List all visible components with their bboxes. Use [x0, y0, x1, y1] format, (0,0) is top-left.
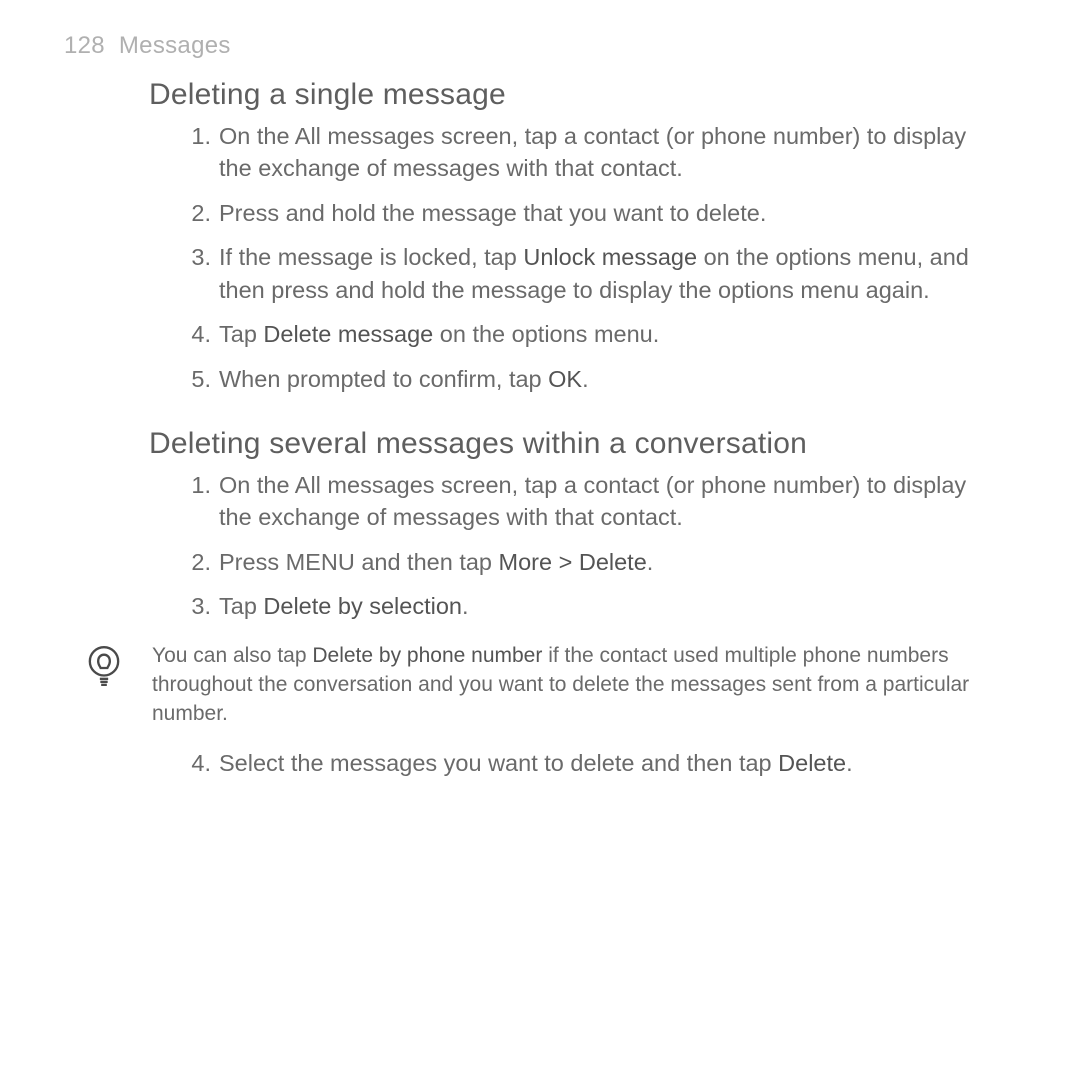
step-number: 4. — [181, 318, 211, 350]
emphasis-text: More > Delete — [499, 549, 647, 575]
step-number: 5. — [181, 363, 211, 395]
emphasis-text: Delete — [778, 750, 846, 776]
text-part: You can also tap — [152, 644, 312, 667]
text-part: . — [582, 366, 589, 392]
step-number: 1. — [181, 120, 211, 152]
page-content: Deleting a single message 1. On the All … — [149, 78, 990, 779]
step-item: 2. Press and hold the message that you w… — [181, 197, 990, 229]
step-number: 3. — [181, 241, 211, 273]
emphasis-text: Delete by selection — [263, 593, 462, 619]
emphasis-text: OK — [548, 366, 582, 392]
chapter-name: Messages — [119, 32, 231, 59]
step-text: Tap Delete message on the options menu. — [219, 321, 659, 347]
step-text: If the message is locked, tap Unlock mes… — [219, 244, 969, 302]
page-number: 128 — [64, 32, 105, 59]
step-item: 3. If the message is locked, tap Unlock … — [181, 241, 990, 306]
page-header: 128 Messages — [64, 32, 1000, 60]
step-text: Press and hold the message that you want… — [219, 200, 766, 226]
steps-delete-several-continued: 4. Select the messages you want to delet… — [181, 747, 990, 779]
text-part: When prompted to confirm, tap — [219, 366, 548, 392]
emphasis-text: Unlock message — [523, 244, 697, 270]
step-number: 2. — [181, 197, 211, 229]
section-title-delete-several: Deleting several messages within a conve… — [149, 427, 990, 461]
text-part: Tap — [219, 321, 263, 347]
text-part: If the message is locked, tap — [219, 244, 523, 270]
step-text: On the All messages screen, tap a contac… — [219, 472, 966, 530]
step-number: 1. — [181, 469, 211, 501]
emphasis-text: Delete by phone number — [312, 644, 542, 667]
text-part: . — [462, 593, 469, 619]
lightbulb-icon — [84, 643, 124, 698]
document-page: 128 Messages Deleting a single message 1… — [0, 0, 1080, 1080]
step-text: When prompted to confirm, tap OK. — [219, 366, 589, 392]
text-part: Tap — [219, 593, 263, 619]
emphasis-text: Delete message — [263, 321, 433, 347]
steps-delete-several: 1. On the All messages screen, tap a con… — [181, 469, 990, 623]
step-item: 3. Tap Delete by selection. — [181, 590, 990, 622]
step-text: On the All messages screen, tap a contac… — [219, 123, 966, 181]
step-text: Tap Delete by selection. — [219, 593, 469, 619]
step-item: 4. Tap Delete message on the options men… — [181, 318, 990, 350]
text-part: Press MENU and then tap — [219, 549, 499, 575]
step-item: 1. On the All messages screen, tap a con… — [181, 120, 990, 185]
step-item: 4. Select the messages you want to delet… — [181, 747, 990, 779]
step-item: 5. When prompted to confirm, tap OK. — [181, 363, 990, 395]
text-part: on the options menu. — [433, 321, 659, 347]
tip-callout: You can also tap Delete by phone number … — [84, 641, 990, 729]
step-text: Select the messages you want to delete a… — [219, 750, 853, 776]
tip-text: You can also tap Delete by phone number … — [152, 641, 990, 729]
section-title-delete-single: Deleting a single message — [149, 78, 990, 112]
step-text: Press MENU and then tap More > Delete. — [219, 549, 653, 575]
text-part: Select the messages you want to delete a… — [219, 750, 778, 776]
text-part: . — [647, 549, 654, 575]
step-number: 3. — [181, 590, 211, 622]
step-item: 1. On the All messages screen, tap a con… — [181, 469, 990, 534]
step-number: 4. — [181, 747, 211, 779]
steps-delete-single: 1. On the All messages screen, tap a con… — [181, 120, 990, 395]
step-item: 2. Press MENU and then tap More > Delete… — [181, 546, 990, 578]
text-part: . — [846, 750, 853, 776]
step-number: 2. — [181, 546, 211, 578]
